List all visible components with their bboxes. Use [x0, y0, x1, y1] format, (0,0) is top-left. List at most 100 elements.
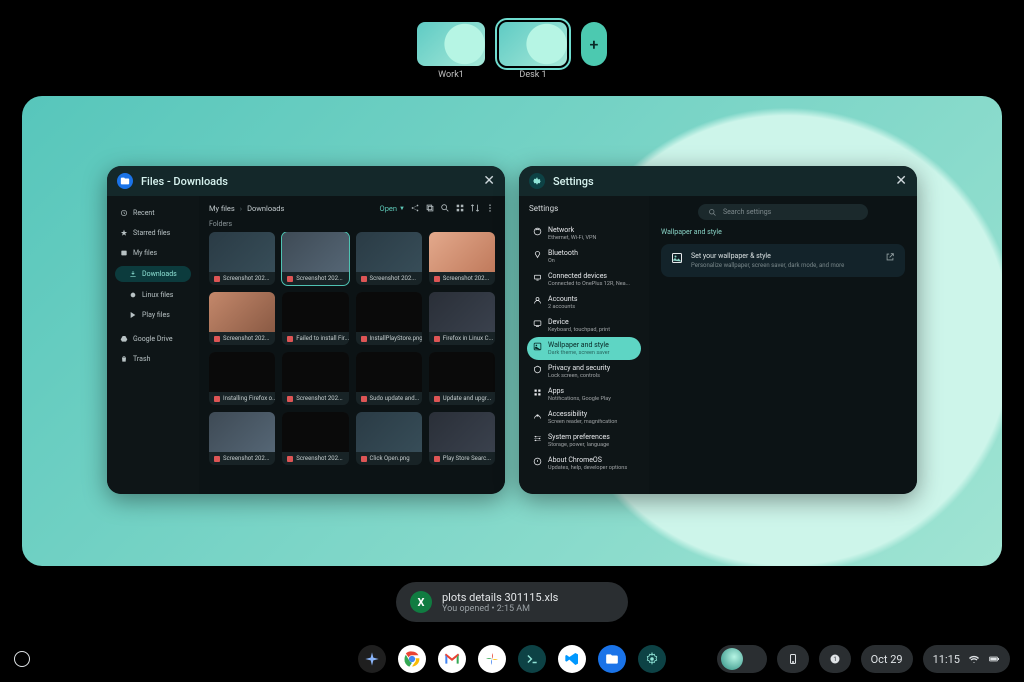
- shelf: 1 Oct 29 11:15: [0, 636, 1024, 682]
- search-icon[interactable]: [440, 203, 450, 213]
- sidebar-downloads[interactable]: Downloads: [115, 266, 191, 282]
- crumb-downloads[interactable]: Downloads: [247, 204, 284, 213]
- settings-nav-item[interactable]: BluetoothOn: [527, 245, 641, 268]
- time-tray[interactable]: 11:15: [923, 645, 1010, 673]
- file-name: Screenshot 202...: [282, 392, 348, 405]
- file-card[interactable]: Screenshot 202...: [209, 412, 275, 465]
- sidebar-myfiles[interactable]: My files: [115, 246, 191, 260]
- terminal-icon[interactable]: [518, 645, 546, 673]
- files-window[interactable]: Files - Downloads ✕ Recent Starred files…: [107, 166, 505, 494]
- files-sidebar: Recent Starred files My files Downloads …: [107, 196, 199, 494]
- sort-icon[interactable]: [470, 203, 480, 213]
- settings-nav-item[interactable]: AccessibilityScreen reader, magnificatio…: [527, 406, 641, 429]
- gemini-icon[interactable]: [358, 645, 386, 673]
- file-card[interactable]: Screenshot 202...: [209, 292, 275, 345]
- share-icon[interactable]: [410, 203, 420, 213]
- more-icon[interactable]: [485, 203, 495, 213]
- desk-label: Work1: [438, 70, 464, 80]
- settings-search[interactable]: Search settings: [698, 204, 868, 220]
- files-shelf-icon[interactable]: [598, 645, 626, 673]
- close-icon[interactable]: ✕: [895, 173, 907, 189]
- settings-nav-item[interactable]: System preferencesStorage, power, langua…: [527, 429, 641, 452]
- file-name: Play Store Searc...: [429, 452, 495, 465]
- settings-nav: Settings NetworkEthernet, Wi-Fi, VPNBlue…: [519, 196, 649, 494]
- photos-icon[interactable]: [478, 645, 506, 673]
- files-grid: Screenshot 202... Screenshot 202... Screen…: [199, 232, 505, 475]
- settings-nav-item[interactable]: Wallpaper and styleDark theme, screen sa…: [527, 337, 641, 360]
- file-name: Update and upgr...: [429, 392, 495, 405]
- settings-nav-item[interactable]: AppsNotifications, Google Play: [527, 383, 641, 406]
- status-date: Oct 29: [871, 653, 903, 666]
- chrome-icon[interactable]: [398, 645, 426, 673]
- search-icon: [708, 208, 717, 217]
- settings-nav-item[interactable]: NetworkEthernet, Wi-Fi, VPN: [527, 222, 641, 245]
- shelf-apps: [358, 645, 666, 673]
- file-card[interactable]: Installing Firefox o...: [209, 352, 275, 405]
- sidebar-recent[interactable]: Recent: [115, 206, 191, 220]
- sidebar-trash[interactable]: Trash: [115, 352, 191, 366]
- file-card[interactable]: Screenshot 202...: [282, 412, 348, 465]
- gmail-icon[interactable]: [438, 645, 466, 673]
- wallpaper-card[interactable]: Set your wallpaper & style Personalize w…: [661, 244, 905, 277]
- grid-view-icon[interactable]: [455, 203, 465, 213]
- avatar-pill[interactable]: [717, 645, 767, 673]
- status-tray[interactable]: Oct 29: [861, 645, 913, 673]
- settings-titlebar: Settings ✕: [519, 166, 917, 196]
- desk-thumb-desk1[interactable]: Desk 1: [499, 22, 567, 80]
- settings-nav-item[interactable]: DeviceKeyboard, touchpad, print: [527, 314, 641, 337]
- file-name: Failed to install Fir...: [282, 332, 348, 345]
- copy-icon[interactable]: [425, 203, 435, 213]
- phone-hub-button[interactable]: [777, 645, 809, 673]
- add-desk-button[interactable]: +: [581, 22, 607, 66]
- file-card[interactable]: Failed to install Fir...: [282, 292, 348, 345]
- file-name: Screenshot 202...: [282, 272, 348, 285]
- svg-text:1: 1: [833, 656, 836, 663]
- notification-count[interactable]: 1: [819, 645, 851, 673]
- file-name: Screenshot 202...: [282, 452, 348, 465]
- files-title-text: Files - Downloads: [141, 175, 228, 188]
- file-card[interactable]: Play Store Searc...: [429, 412, 495, 465]
- crumb-myfiles[interactable]: My files: [209, 204, 235, 213]
- launcher-button[interactable]: [14, 651, 30, 667]
- file-name: Screenshot 202...: [429, 272, 495, 285]
- sidebar-drive[interactable]: Google Drive: [115, 332, 191, 346]
- file-card[interactable]: Screenshot 202...: [429, 232, 495, 285]
- settings-nav-item[interactable]: Connected devicesConnected to OnePlus 12…: [527, 268, 641, 291]
- desk-strip: Work1 Desk 1 +: [0, 0, 1024, 80]
- settings-window[interactable]: Settings ✕ Settings NetworkEthernet, Wi-…: [519, 166, 917, 494]
- settings-nav-item[interactable]: About ChromeOSUpdates, help, developer o…: [527, 452, 641, 475]
- file-card[interactable]: Sudo update and...: [356, 352, 422, 405]
- phone-icon: [787, 653, 799, 665]
- wifi-icon: [968, 653, 980, 665]
- settings-nav-item[interactable]: Accounts2 accounts: [527, 291, 641, 314]
- status-time: 11:15: [933, 653, 960, 666]
- settings-nav-item[interactable]: Privacy and securityLock screen, control…: [527, 360, 641, 383]
- desk-thumb-work1[interactable]: Work1: [417, 22, 485, 80]
- notif-sub: You opened • 2:15 AM: [442, 604, 558, 614]
- settings-shelf-icon[interactable]: [638, 645, 666, 673]
- file-card[interactable]: Firefox in Linux C...: [429, 292, 495, 345]
- file-card[interactable]: Update and upgr...: [429, 352, 495, 405]
- sidebar-play[interactable]: Play files: [115, 308, 191, 322]
- excel-badge-icon: X: [410, 591, 432, 613]
- close-icon[interactable]: ✕: [483, 173, 495, 189]
- file-card[interactable]: Screenshot 202...: [356, 232, 422, 285]
- open-button[interactable]: Open ▼: [380, 204, 405, 213]
- file-name: Sudo update and...: [356, 392, 422, 405]
- folders-label: Folders: [199, 220, 505, 232]
- notification-toast[interactable]: X plots details 301115.xls You opened • …: [396, 582, 628, 622]
- sidebar-starred[interactable]: Starred files: [115, 226, 191, 240]
- wallpaper-icon: [671, 252, 683, 264]
- desk-label: Desk 1: [519, 70, 546, 80]
- vscode-icon[interactable]: [558, 645, 586, 673]
- sidebar-linux[interactable]: Linux files: [115, 288, 191, 302]
- file-card[interactable]: Screenshot 202...: [209, 232, 275, 285]
- files-app-icon: [117, 173, 133, 189]
- file-card[interactable]: Screenshot 202...: [282, 352, 348, 405]
- file-card[interactable]: Click Open.png: [356, 412, 422, 465]
- file-card[interactable]: InstallPlayStore.png: [356, 292, 422, 345]
- file-card[interactable]: Screenshot 202...: [282, 232, 348, 285]
- file-name: Click Open.png: [356, 452, 422, 465]
- settings-section-head: Wallpaper and style: [661, 228, 905, 236]
- user-avatar: [721, 648, 743, 670]
